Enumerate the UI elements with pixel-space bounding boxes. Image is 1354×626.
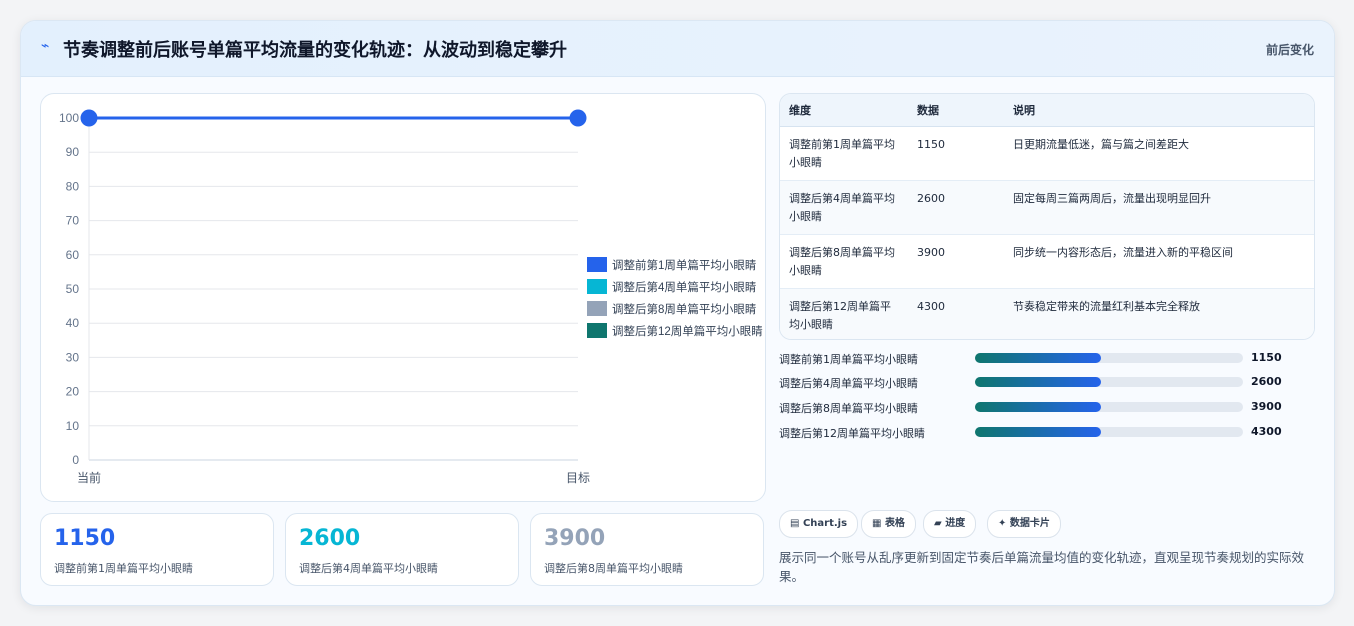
progress-label: 调整后第4周单篇平均小眼睛 bbox=[779, 377, 918, 390]
page-title: 节奏调整前后账号单篇平均流量的变化轨迹：从波动到稳定攀升 bbox=[63, 40, 567, 61]
x-tick-label: 目标 bbox=[566, 471, 590, 485]
progress-fill bbox=[975, 402, 1101, 412]
progress-label: 调整后第8周单篇平均小眼睛 bbox=[779, 402, 918, 415]
legend-label: 调整后第8周单篇平均小眼睛 bbox=[612, 302, 756, 316]
stat-card: 1150 调整前第1周单篇平均小眼睛 bbox=[40, 513, 274, 586]
chart-icon: ▤ bbox=[790, 518, 800, 529]
tag-progress[interactable]: ▰ 进度 bbox=[923, 510, 977, 538]
stat-label: 调整后第4周单篇平均小眼睛 bbox=[299, 562, 438, 575]
cell-value: 1150 bbox=[908, 126, 1004, 181]
stat-card: 3900 调整后第8周单篇平均小眼睛 bbox=[530, 513, 764, 586]
column-header-dimension: 维度 bbox=[780, 94, 908, 127]
cell-note: 同步统一内容形态后，流量进入新的平稳区间 bbox=[1004, 234, 1314, 289]
data-point bbox=[80, 109, 98, 127]
progress-value: 4300 bbox=[1251, 425, 1282, 438]
y-tick-label: 10 bbox=[66, 419, 80, 433]
legend-swatch bbox=[587, 257, 607, 272]
y-tick-label: 20 bbox=[66, 385, 80, 399]
cell-dimension: 调整后第4周单篇平均小眼睛 bbox=[780, 180, 908, 235]
stat-card: 2600 调整后第4周单篇平均小眼睛 bbox=[285, 513, 519, 586]
y-tick-label: 50 bbox=[66, 282, 80, 296]
tag-chartjs[interactable]: ▤ Chart.js bbox=[779, 510, 859, 538]
y-tick-label: 0 bbox=[72, 453, 79, 467]
dashboard-card: ⌁ 节奏调整前后账号单篇平均流量的变化轨迹：从波动到稳定攀升 前后变化 0 10 2… bbox=[20, 20, 1335, 606]
y-tick-label: 100 bbox=[59, 111, 79, 125]
status-badge: 前后变化 bbox=[1265, 43, 1314, 57]
legend-swatch bbox=[587, 323, 607, 338]
tag-label: 数据卡片 bbox=[1009, 518, 1050, 529]
cell-dimension: 调整后第8周单篇平均小眼睛 bbox=[780, 234, 908, 289]
progress-row: 调整后第4周单篇平均小眼睛 2600 bbox=[779, 375, 1299, 390]
trend-icon: ⌁ bbox=[41, 38, 50, 54]
column-header-note: 说明 bbox=[1004, 94, 1314, 127]
progress-value: 1150 bbox=[1251, 351, 1282, 364]
table-header-row: 维度 数据 说明 bbox=[780, 94, 1314, 127]
y-tick-label: 70 bbox=[66, 214, 80, 228]
tag-label: 表格 bbox=[884, 518, 905, 529]
cell-note: 日更期流量低迷，篇与篇之间差距大 bbox=[1004, 126, 1314, 181]
table-row: 调整后第12周单篇平均小眼睛 4300 节奏稳定带来的流量红利基本完全释放 bbox=[780, 288, 1314, 339]
x-tick-label: 当前 bbox=[77, 470, 101, 485]
line-chart: 0 10 20 30 40 50 60 70 80 90 100 当前 目标 调整前第1周单篇平均小眼睛调… bbox=[59, 109, 763, 485]
progress-label: 调整后第12周单篇平均小眼睛 bbox=[779, 427, 925, 440]
cell-dimension: 调整前第1周单篇平均小眼睛 bbox=[780, 126, 908, 181]
table-row: 调整后第8周单篇平均小眼睛 3900 同步统一内容形态后，流量进入新的平稳区间 bbox=[780, 234, 1314, 289]
y-tick-label: 60 bbox=[66, 248, 80, 262]
table-icon: ▦ bbox=[872, 518, 882, 529]
cell-value: 3900 bbox=[908, 234, 1004, 289]
cell-note: 固定每周三篇两周后，流量出现明显回升 bbox=[1004, 180, 1314, 235]
legend-label: 调整前第1周单篇平均小眼睛 bbox=[612, 258, 756, 272]
stat-label: 调整前第1周单篇平均小眼睛 bbox=[54, 562, 193, 575]
progress-track bbox=[975, 402, 1243, 412]
progress-icon: ▰ bbox=[934, 518, 942, 529]
legend-swatch bbox=[587, 301, 607, 316]
progress-value: 2600 bbox=[1251, 375, 1282, 388]
progress-track bbox=[975, 353, 1243, 363]
progress-value: 3900 bbox=[1251, 400, 1282, 413]
table-row: 调整后第4周单篇平均小眼睛 2600 固定每周三篇两周后，流量出现明显回升 bbox=[780, 180, 1314, 235]
cell-value: 2600 bbox=[908, 180, 1004, 235]
tag-data-card[interactable]: ✦ 数据卡片 bbox=[987, 510, 1061, 538]
progress-row: 调整前第1周单篇平均小眼睛 1150 bbox=[779, 351, 1299, 366]
progress-fill bbox=[975, 377, 1101, 387]
data-table: 维度 数据 说明 调整前第1周单篇平均小眼睛 1150 日更期流量低迷，篇与篇之… bbox=[780, 94, 1314, 339]
y-tick-label: 40 bbox=[66, 316, 80, 330]
progress-track bbox=[975, 377, 1243, 387]
legend-swatch bbox=[587, 279, 607, 294]
stat-value: 2600 bbox=[299, 526, 361, 551]
progress-row: 调整后第12周单篇平均小眼睛 4300 bbox=[779, 425, 1299, 440]
y-tick-label: 80 bbox=[66, 179, 80, 193]
progress-label: 调整前第1周单篇平均小眼睛 bbox=[779, 353, 918, 366]
legend-label: 调整后第4周单篇平均小眼睛 bbox=[612, 280, 756, 294]
column-header-data: 数据 bbox=[908, 94, 1004, 127]
table-row: 调整前第1周单篇平均小眼睛 1150 日更期流量低迷，篇与篇之间差距大 bbox=[780, 126, 1314, 181]
cell-note: 节奏稳定带来的流量红利基本完全释放 bbox=[1013, 299, 1200, 313]
stat-label: 调整后第8周单篇平均小眼睛 bbox=[544, 562, 683, 575]
tag-label: Chart.js bbox=[802, 518, 848, 529]
line-chart-panel: 0 10 20 30 40 50 60 70 80 90 100 当前 目标 调整前第1周单篇平均小眼睛调… bbox=[40, 93, 766, 502]
sparkle-icon: ✦ bbox=[998, 518, 1007, 529]
progress-fill bbox=[975, 353, 1101, 363]
card-header: ⌁ 节奏调整前后账号单篇平均流量的变化轨迹：从波动到稳定攀升 前后变化 bbox=[21, 21, 1334, 77]
tag-label: 进度 bbox=[945, 518, 966, 529]
stat-value: 3900 bbox=[544, 526, 606, 551]
data-point bbox=[569, 109, 587, 127]
progress-row: 调整后第8周单篇平均小眼睛 3900 bbox=[779, 400, 1299, 415]
description: 展示同一个账号从乱序更新到固定节奏后单篇流量均值的变化轨迹，直观呈现节奏规划的实… bbox=[779, 550, 1305, 584]
y-tick-label: 90 bbox=[66, 145, 80, 159]
cell-dimension: 调整后第12周单篇平均小眼睛 bbox=[789, 299, 891, 331]
tag-table[interactable]: ▦ 表格 bbox=[861, 510, 916, 538]
data-table-panel: 维度 数据 说明 调整前第1周单篇平均小眼睛 1150 日更期流量低迷，篇与篇之… bbox=[779, 93, 1315, 340]
progress-track bbox=[975, 427, 1243, 437]
cell-value: 4300 bbox=[917, 299, 945, 313]
y-tick-label: 30 bbox=[66, 350, 80, 364]
progress-fill bbox=[975, 427, 1101, 437]
stat-value: 1150 bbox=[54, 526, 116, 551]
legend-label: 调整后第12周单篇平均小眼睛 bbox=[612, 324, 763, 338]
